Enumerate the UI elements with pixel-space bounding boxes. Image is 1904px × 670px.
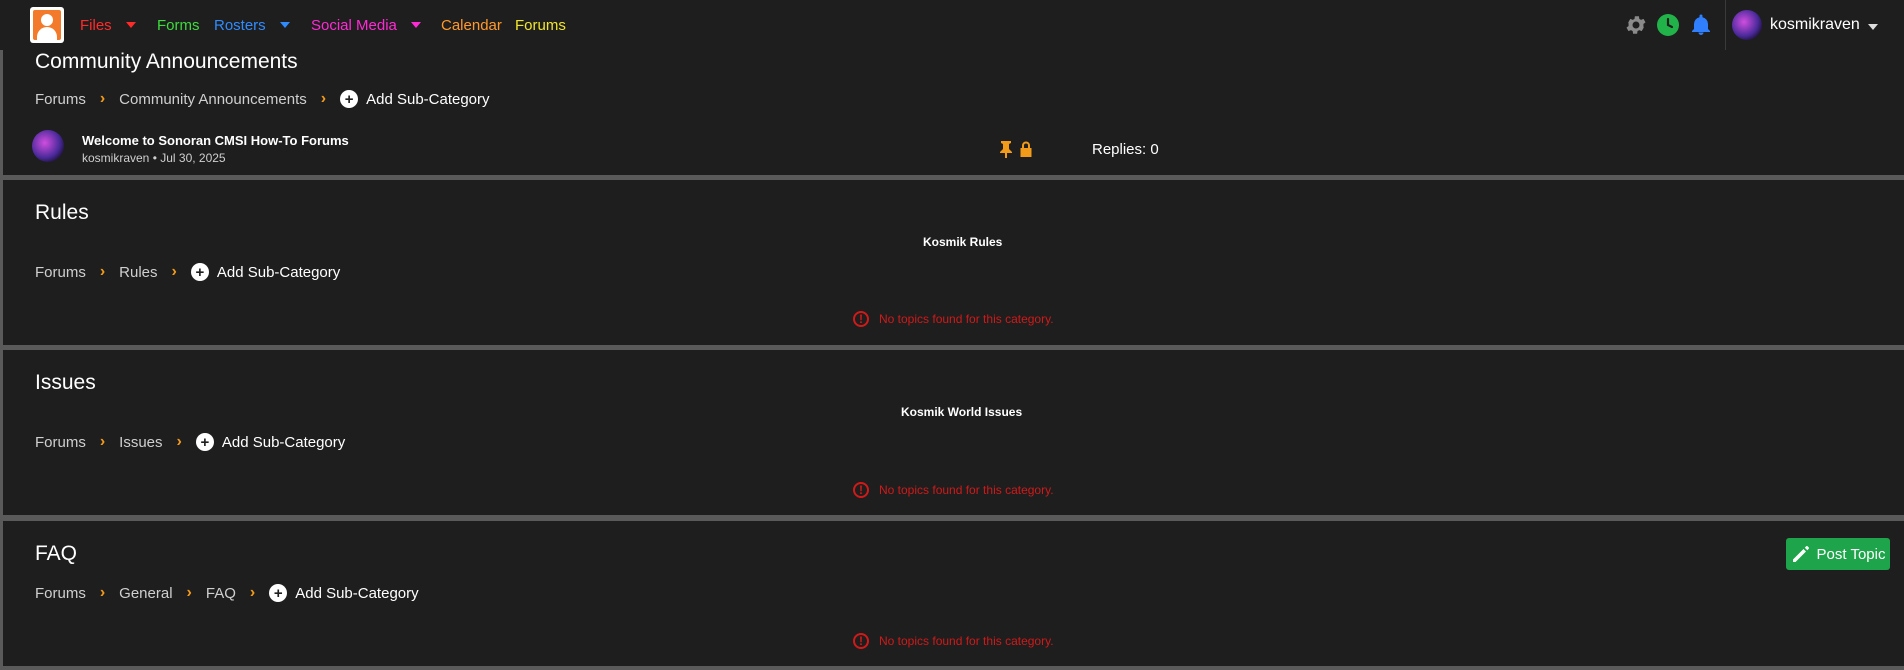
add-sub-category-button[interactable]: + Add Sub-Category: [190, 263, 341, 281]
category-panel: Community Announcements Forums › Communi…: [3, 50, 1904, 175]
breadcrumb: Forums › Issues › + Add Sub-Category: [35, 433, 345, 451]
category-title: Issues: [35, 371, 96, 394]
chevron-right-icon: ›: [320, 90, 327, 107]
empty-state: ! No topics found for this category.: [853, 482, 1054, 498]
category-panel: Issues Kosmik World Issues Forums › Issu…: [3, 350, 1904, 515]
bell-icon[interactable]: [1689, 13, 1713, 37]
category-title: Rules: [35, 201, 89, 224]
nav-forums-label: Forums: [515, 17, 566, 34]
chevron-down-icon: [279, 22, 290, 28]
category-title: FAQ: [35, 542, 78, 565]
nav-forums[interactable]: Forums: [515, 17, 566, 34]
nav-files-label: Files: [80, 17, 112, 34]
empty-state-text: No topics found for this category.: [879, 312, 1054, 326]
lock-icon: [1020, 141, 1032, 157]
plus-icon: +: [195, 433, 214, 451]
user-avatar[interactable]: [1732, 10, 1762, 40]
pencil-icon: [1792, 546, 1809, 562]
breadcrumb-item[interactable]: Community Announcements: [119, 91, 307, 108]
breadcrumb-item[interactable]: General: [119, 585, 172, 602]
breadcrumb-item[interactable]: Forums: [35, 264, 86, 281]
avatar[interactable]: [32, 130, 64, 162]
breadcrumb-item[interactable]: Forums: [35, 434, 86, 451]
chevron-down-icon: [125, 22, 136, 28]
pin-icon: [1000, 141, 1012, 158]
chevron-down-icon: [410, 22, 421, 28]
category-panel: Rules Kosmik Rules Forums › Rules › + Ad…: [3, 180, 1904, 345]
nav-social-media-label: Social Media: [311, 17, 397, 34]
user-name[interactable]: kosmikraven: [1770, 16, 1860, 34]
breadcrumb-item[interactable]: Forums: [35, 585, 86, 602]
add-sub-category-button[interactable]: + Add Sub-Category: [269, 584, 419, 602]
chevron-right-icon: ›: [176, 433, 182, 450]
topic-title[interactable]: Welcome to Sonoran CMSI How-To Forums: [82, 133, 349, 148]
add-sub-category-label: Add Sub-Category: [366, 90, 490, 108]
gear-icon[interactable]: [1624, 13, 1648, 37]
breadcrumb-item[interactable]: Issues: [119, 434, 162, 451]
topic-status-icons: [998, 140, 1034, 158]
breadcrumb-item[interactable]: Forums: [35, 91, 86, 108]
nav-calendar[interactable]: Calendar: [441, 17, 502, 34]
nav-social-media[interactable]: Social Media: [311, 17, 421, 34]
add-sub-category-button[interactable]: + Add Sub-Category: [195, 433, 346, 451]
nav-divider: [1725, 0, 1726, 50]
site-logo[interactable]: [30, 7, 64, 43]
category-panel: FAQ Forums › General › FAQ › + Add Sub-C…: [3, 521, 1904, 666]
top-navbar: Files Forms Rosters Social Media Calenda…: [0, 0, 1904, 50]
chevron-right-icon: ›: [171, 263, 177, 280]
category-description: Kosmik World Issues: [901, 405, 1023, 419]
plus-icon: +: [340, 90, 359, 108]
chevron-right-icon: ›: [99, 584, 106, 601]
nav-calendar-label: Calendar: [441, 17, 502, 34]
post-topic-label: Post Topic: [1816, 545, 1886, 563]
error-icon: !: [853, 633, 869, 649]
topic-replies: Replies: 0: [1092, 141, 1159, 158]
chevron-right-icon: ›: [249, 584, 256, 601]
add-sub-category-label: Add Sub-Category: [216, 263, 341, 281]
add-sub-category-label: Add Sub-Category: [221, 433, 346, 451]
nav-files[interactable]: Files: [80, 17, 136, 34]
post-topic-button[interactable]: Post Topic: [1786, 538, 1890, 570]
chevron-right-icon: ›: [99, 90, 106, 107]
error-icon: !: [853, 482, 869, 498]
chevron-right-icon: ›: [99, 433, 106, 450]
clock-icon[interactable]: [1656, 13, 1680, 37]
category-title: Community Announcements: [35, 50, 298, 73]
error-icon: !: [853, 311, 869, 327]
plus-icon: +: [190, 263, 209, 281]
empty-state-text: No topics found for this category.: [879, 483, 1054, 497]
add-sub-category-label: Add Sub-Category: [295, 584, 419, 602]
nav-forms-label: Forms: [157, 17, 200, 34]
breadcrumb-item[interactable]: FAQ: [206, 585, 236, 602]
empty-state: ! No topics found for this category.: [853, 311, 1054, 327]
breadcrumb: Forums › General › FAQ › + Add Sub-Categ…: [35, 584, 419, 602]
breadcrumb: Forums › Community Announcements › + Add…: [35, 90, 490, 108]
nav-forms[interactable]: Forms: [157, 17, 200, 34]
empty-state: ! No topics found for this category.: [853, 633, 1054, 649]
topic-meta: kosmikraven • Jul 30, 2025: [82, 151, 226, 165]
chevron-right-icon: ›: [99, 263, 106, 280]
nav-rosters-label: Rosters: [214, 17, 266, 34]
breadcrumb: Forums › Rules › + Add Sub-Category: [35, 263, 340, 281]
chevron-right-icon: ›: [186, 584, 192, 601]
category-description: Kosmik Rules: [923, 235, 1003, 249]
breadcrumb-item[interactable]: Rules: [119, 264, 157, 281]
nav-rosters[interactable]: Rosters: [214, 17, 290, 34]
add-sub-category-button[interactable]: + Add Sub-Category: [340, 90, 490, 108]
empty-state-text: No topics found for this category.: [879, 634, 1054, 648]
plus-icon: +: [269, 584, 288, 602]
chevron-down-icon[interactable]: [1868, 24, 1878, 30]
